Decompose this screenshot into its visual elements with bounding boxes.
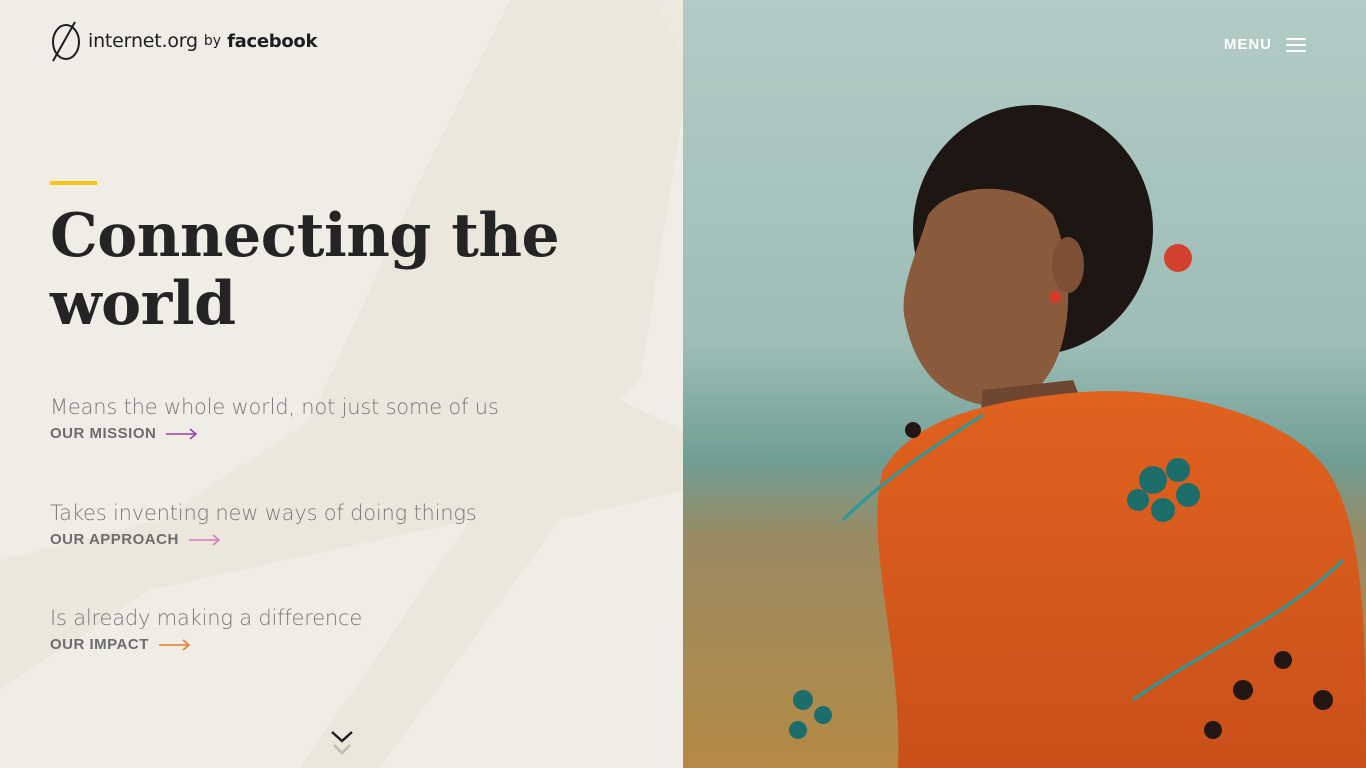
our-mission-link[interactable]: OUR MISSION — [50, 425, 499, 442]
menu-button[interactable]: MENU — [1224, 36, 1306, 53]
our-impact-label: OUR IMPACT — [50, 636, 149, 653]
logo-text: internet.org — [88, 30, 198, 52]
logo-brand: facebook — [227, 30, 318, 52]
hero-photo-illustration — [683, 0, 1366, 768]
approach-description: Takes inventing new ways of doing things — [50, 501, 477, 525]
chevron-down-icon[interactable] — [330, 728, 354, 760]
impact-description: Is already making a difference — [50, 606, 363, 630]
mission-description: Means the whole world, not just some of … — [50, 395, 499, 419]
internet-org-logo-icon — [52, 21, 80, 62]
list-item-approach: Takes inventing new ways of doing things… — [50, 501, 477, 548]
hero-photo: MENU — [683, 0, 1366, 768]
headline-accent-bar — [50, 181, 97, 185]
our-mission-label: OUR MISSION — [50, 425, 157, 442]
arrow-right-icon — [166, 427, 198, 440]
hamburger-menu-icon — [1286, 37, 1306, 52]
list-item-impact: Is already making a difference OUR IMPAC… — [50, 606, 362, 653]
site-logo[interactable]: internet.org by facebook — [50, 20, 317, 62]
hero-left-panel: internet.org by facebook Connecting the … — [0, 0, 683, 768]
our-approach-label: OUR APPROACH — [50, 531, 179, 548]
logo-by: by — [203, 33, 222, 49]
page-title: Connecting the world — [50, 201, 560, 339]
arrow-right-icon — [188, 533, 220, 546]
our-impact-link[interactable]: OUR IMPACT — [50, 636, 362, 653]
arrow-right-icon — [158, 638, 191, 651]
menu-label: MENU — [1223, 36, 1272, 53]
list-item-mission: Means the whole world, not just some of … — [50, 395, 499, 442]
our-approach-link[interactable]: OUR APPROACH — [50, 531, 477, 548]
